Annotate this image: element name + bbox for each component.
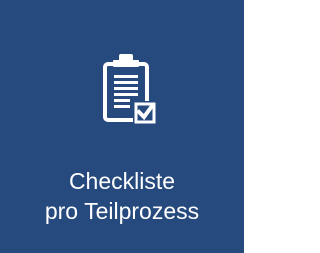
tile-label-line1: Checkliste — [68, 168, 176, 194]
tile-label-line2: pro Teilprozess — [44, 198, 200, 224]
clipboard-checklist-icon — [103, 54, 157, 125]
checklist-tile[interactable]: Checkliste pro Teilprozess — [0, 0, 244, 253]
tile-label: Checkliste pro Teilprozess — [0, 166, 244, 226]
